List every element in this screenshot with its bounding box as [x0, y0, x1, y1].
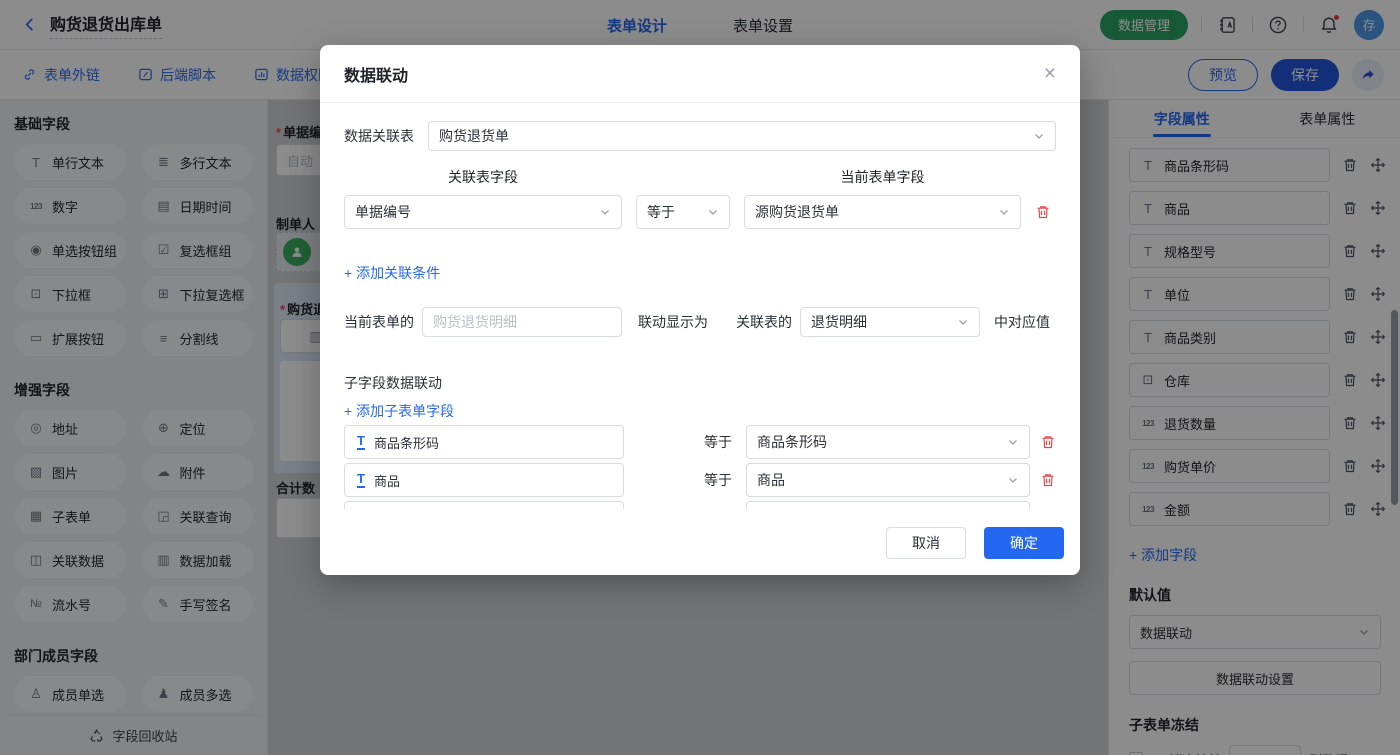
close-button[interactable]: × [1044, 63, 1056, 84]
relation-table-row: 数据关联表 购货退货单 [344, 121, 1056, 151]
data-linkage-modal: 数据联动 × 数据关联表 购货退货单 关联表字段 当前表单字段 单据编号 [320, 45, 1080, 575]
add-condition-link[interactable]: + 添加关联条件 [344, 263, 440, 283]
subfield-field-box[interactable]: T 商品条形码 [344, 425, 624, 459]
text-icon: T [357, 434, 365, 450]
delete-subfield-trash-icon[interactable] [1040, 472, 1056, 488]
subfield-target-select[interactable]: 商品 [746, 463, 1030, 497]
chevron-down-icon [957, 316, 969, 328]
display-mapping-row: 当前表单的 联动显示为 关联表的 退货明细 中对应值 [344, 307, 1056, 337]
col-header-related-field: 关联表字段 [344, 167, 622, 187]
condition-column-headers: 关联表字段 当前表单字段 [344, 167, 1056, 187]
condition-target-select[interactable]: 源购货退货单 [744, 195, 1021, 229]
condition-row: 单据编号 等于 源购货退货单 [344, 195, 1056, 229]
subfield-field-box[interactable]: T 商品 [344, 463, 624, 497]
subfield-rows: T 商品条形码 等于 商品条形码 T 商品 等于 [344, 425, 1056, 509]
linkage-display-label: 联动显示为 [638, 312, 708, 332]
subfield-field-box[interactable] [344, 501, 624, 509]
modal-body: 数据关联表 购货退货单 关联表字段 当前表单字段 单据编号 等于 [320, 103, 1080, 509]
subfield-linkage-title: 子字段数据联动 [344, 373, 1056, 393]
add-subfield-link[interactable]: + 添加子表单字段 [344, 401, 454, 421]
subfield-row: T 商品条形码 等于 商品条形码 [344, 425, 1056, 459]
col-header-current-field: 当前表单字段 [744, 167, 1021, 187]
subfield-row: T 商品 等于 商品 [344, 463, 1056, 497]
text-icon: T [357, 472, 365, 488]
chevron-down-icon [1007, 436, 1019, 448]
modal-footer: 取消 确定 [886, 527, 1064, 559]
corresponding-value-label: 中对应值 [994, 312, 1050, 332]
cancel-button[interactable]: 取消 [886, 527, 966, 559]
display-name-input[interactable] [422, 307, 622, 337]
chevron-down-icon [1033, 130, 1045, 142]
subfield-operator: 等于 [704, 432, 734, 452]
relation-table-select[interactable]: 购货退货单 [428, 121, 1056, 151]
related-table-label: 关联表的 [736, 312, 792, 332]
condition-field-select[interactable]: 单据编号 [344, 195, 622, 229]
subfield-target-select[interactable] [746, 501, 1030, 509]
confirm-button[interactable]: 确定 [984, 527, 1064, 559]
subfield-row-clipped [344, 501, 1056, 509]
subfield-operator: 等于 [704, 470, 734, 490]
chevron-down-icon [1007, 474, 1019, 486]
relation-table-label: 数据关联表 [344, 126, 414, 146]
chevron-down-icon [707, 206, 719, 218]
delete-condition-trash-icon[interactable] [1035, 204, 1051, 220]
subfield-target-select[interactable]: 商品条形码 [746, 425, 1030, 459]
related-field-select[interactable]: 退货明细 [800, 307, 980, 337]
app-root: 购货退货出库单 表单设计 表单设置 数据管理 存 [0, 0, 1400, 755]
current-form-label: 当前表单的 [344, 312, 414, 332]
modal-title: 数据联动 [344, 62, 408, 86]
chevron-down-icon [998, 206, 1010, 218]
modal-header: 数据联动 × [320, 45, 1080, 103]
chevron-down-icon [599, 206, 611, 218]
delete-subfield-trash-icon[interactable] [1040, 434, 1056, 450]
condition-operator-select[interactable]: 等于 [636, 195, 730, 229]
